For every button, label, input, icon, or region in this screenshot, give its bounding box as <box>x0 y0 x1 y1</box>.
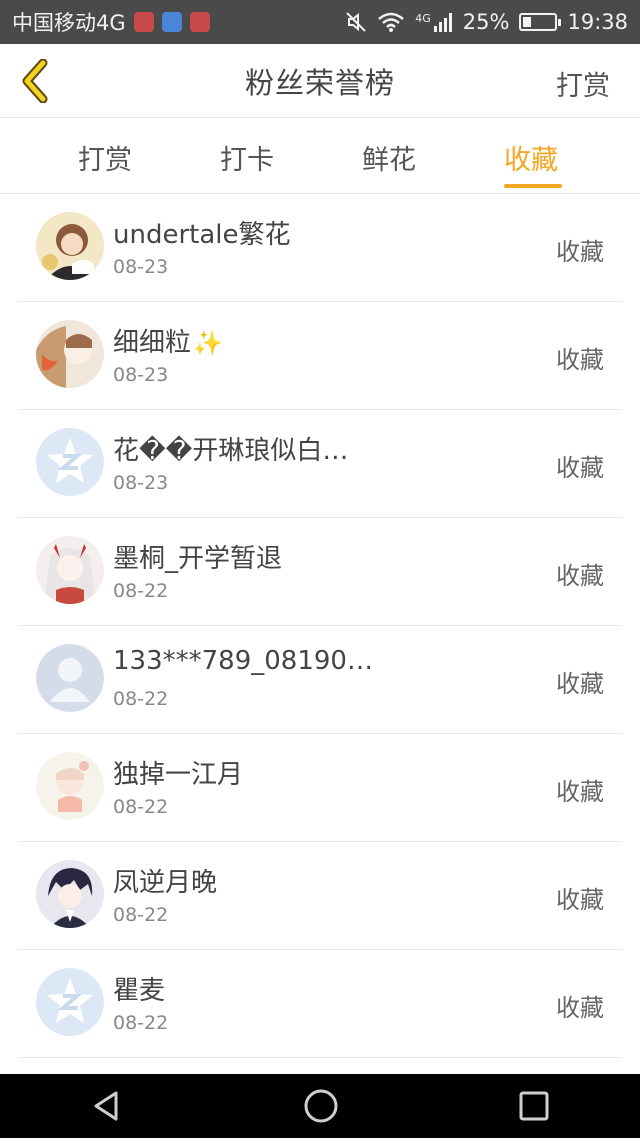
fan-action-label: 收藏 <box>556 238 604 266</box>
avatar <box>36 860 104 928</box>
sparkle-icon: ✨ <box>193 329 223 357</box>
tab-checkin[interactable]: 打卡 <box>220 138 274 177</box>
fan-action-label: 收藏 <box>556 994 604 1022</box>
tab-favorites[interactable]: 收藏 <box>504 138 558 177</box>
nav-recents-icon[interactable] <box>518 1090 550 1122</box>
fan-action-label: 收藏 <box>556 886 604 914</box>
default-star-avatar-icon <box>36 968 104 1036</box>
default-person-avatar-icon <box>36 644 104 712</box>
default-star-avatar-icon <box>36 428 104 496</box>
tab-bar: 打赏 打卡 鲜花 收藏 <box>0 118 640 194</box>
nav-home-icon[interactable] <box>303 1088 339 1124</box>
fan-name: 瞿麦 <box>113 976 166 1006</box>
nav-back-icon[interactable] <box>90 1089 124 1123</box>
battery-percent: 25% <box>462 10 510 34</box>
avatar <box>36 320 104 388</box>
fan-name: 墨桐_开学暂退 <box>113 544 283 574</box>
list-item[interactable]: 独掉一江月 08-22 收藏 <box>0 734 640 842</box>
fan-action-label: 收藏 <box>556 778 604 806</box>
reward-button[interactable]: 打赏 <box>556 64 610 103</box>
battery-icon <box>519 13 562 31</box>
fan-name: undertale繁花 <box>113 220 291 250</box>
fan-name: 细细粒✨ <box>113 328 223 358</box>
fan-list: undertale繁花 08-23 收藏 细细粒✨ 08-23 收藏 花��开琳… <box>0 194 640 1058</box>
clock: 19:38 <box>567 10 628 34</box>
back-arrow-icon <box>22 59 48 103</box>
list-item[interactable]: 瞿麦 08-22 收藏 <box>0 950 640 1058</box>
list-item[interactable]: undertale繁花 08-23 收藏 <box>0 194 640 302</box>
fan-action-label: 收藏 <box>556 562 604 590</box>
fan-date: 08-22 <box>113 1012 169 1034</box>
list-item[interactable]: 133***789_08190… 08-22 收藏 <box>0 626 640 734</box>
carrier-label: 中国移动4G <box>12 11 126 35</box>
list-item[interactable]: 细细粒✨ 08-23 收藏 <box>0 302 640 410</box>
avatar <box>36 212 104 280</box>
fan-date: 08-22 <box>113 688 169 710</box>
active-tab-indicator <box>504 184 562 188</box>
list-item[interactable]: 墨桐_开学暂退 08-22 收藏 <box>0 518 640 626</box>
fan-action-label: 收藏 <box>556 454 604 482</box>
fan-name: 凤逆月晚 <box>113 868 218 898</box>
page-title: 粉丝荣誉榜 <box>244 65 395 100</box>
row-divider <box>18 1057 622 1058</box>
mute-icon <box>346 12 366 32</box>
tab-flowers[interactable]: 鲜花 <box>362 138 416 177</box>
fan-name: 花��开琳琅似白… <box>113 436 349 466</box>
fan-name: 133***789_08190… <box>113 646 373 676</box>
fan-date: 08-22 <box>113 580 169 602</box>
tab-reward[interactable]: 打赏 <box>78 138 132 177</box>
fan-action-label: 收藏 <box>556 346 604 374</box>
fan-date: 08-23 <box>113 364 169 386</box>
back-button[interactable] <box>14 58 54 104</box>
fan-date: 08-22 <box>113 796 169 818</box>
fan-action-label: 收藏 <box>556 670 604 698</box>
fan-name: 独掉一江月 <box>113 760 244 790</box>
list-item[interactable]: 凤逆月晚 08-22 收藏 <box>0 842 640 950</box>
cloud-app-icon <box>161 12 182 32</box>
app-notification-icon <box>189 12 210 32</box>
fan-date: 08-22 <box>113 904 169 926</box>
avatar <box>36 536 104 604</box>
status-bar: 中国移动4G 4G 25% 19:38 <box>0 0 640 44</box>
app-notification-icon <box>133 12 154 32</box>
header: 粉丝荣誉榜 打赏 <box>0 44 640 118</box>
fan-date: 08-23 <box>113 256 169 278</box>
fan-date: 08-23 <box>113 472 169 494</box>
signal-icon <box>433 13 452 32</box>
network-type-label: 4G <box>415 12 431 25</box>
avatar <box>36 752 104 820</box>
list-item[interactable]: 花��开琳琅似白… 08-23 收藏 <box>0 410 640 518</box>
system-navigation-bar <box>0 1074 640 1138</box>
wifi-icon <box>378 12 405 32</box>
